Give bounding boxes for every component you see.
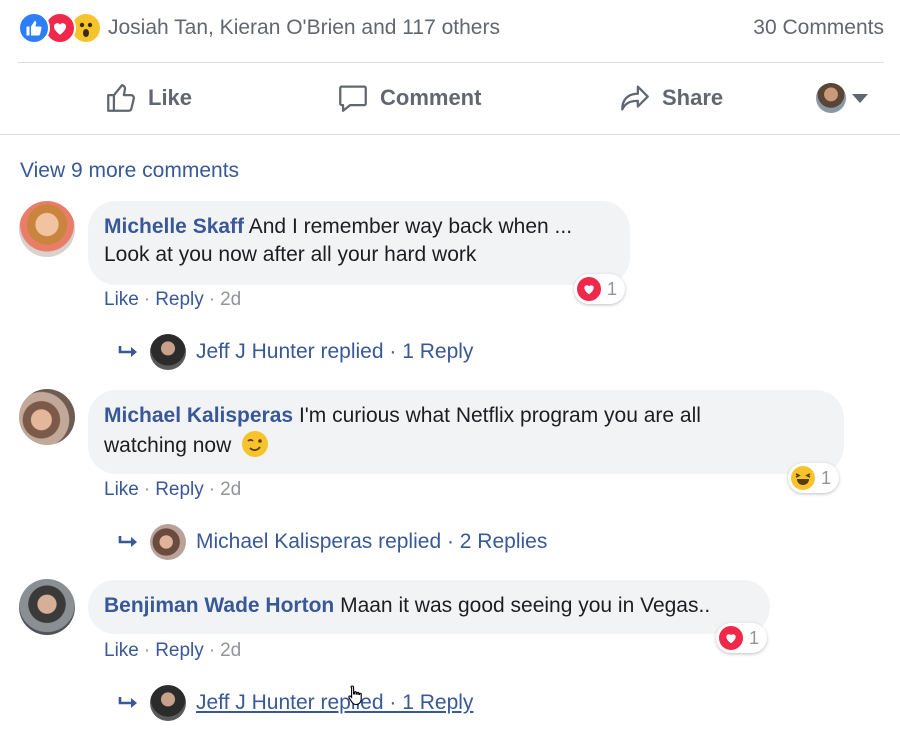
separator: · bbox=[208, 479, 216, 500]
divider bbox=[0, 134, 900, 135]
reply-avatar bbox=[150, 524, 186, 560]
reaction-names[interactable]: Josiah Tan, Kieran O'Brien and 117 other… bbox=[108, 16, 500, 40]
comment-reply-link[interactable]: Reply bbox=[155, 289, 204, 311]
comment-text: watching now bbox=[104, 434, 232, 457]
comment-like-link[interactable]: Like bbox=[104, 640, 139, 662]
reaction-icons[interactable] bbox=[18, 12, 102, 44]
comment-author[interactable]: Benjiman Wade Horton bbox=[104, 594, 334, 617]
comment-timestamp[interactable]: 2d bbox=[220, 289, 241, 311]
comment-timestamp[interactable]: 2d bbox=[220, 479, 241, 501]
reply-arrow-icon bbox=[118, 695, 142, 711]
separator: · bbox=[143, 640, 151, 661]
love-icon bbox=[577, 277, 601, 301]
comment-reaction-badge[interactable]: 1 bbox=[574, 274, 626, 304]
comment-reaction-badge[interactable]: 1 bbox=[788, 463, 840, 493]
separator: · bbox=[143, 289, 151, 310]
reactions-summary: Josiah Tan, Kieran O'Brien and 117 other… bbox=[18, 8, 884, 48]
comment-text: And I remember way back when ... bbox=[248, 215, 573, 238]
comment-count[interactable]: 30 Comments bbox=[753, 16, 884, 40]
comment-like-link[interactable]: Like bbox=[104, 479, 139, 501]
reaction-count: 1 bbox=[749, 627, 760, 648]
comment-meta: Like · Reply · 2d bbox=[104, 640, 241, 662]
reaction-count: 1 bbox=[607, 278, 618, 299]
like-button[interactable]: Like bbox=[104, 62, 192, 134]
comment-icon bbox=[339, 85, 367, 112]
comment-text: Maan it was good seeing you in Vegas.. bbox=[340, 594, 711, 617]
comment-avatar[interactable] bbox=[19, 389, 75, 445]
comment-meta: Like · Reply · 2d bbox=[104, 479, 241, 501]
comment-author[interactable]: Michael Kalisperas bbox=[104, 404, 293, 427]
comment-meta: Like · Reply · 2d bbox=[104, 289, 241, 311]
haha-icon bbox=[791, 466, 815, 490]
comment-avatar[interactable] bbox=[19, 579, 75, 635]
post-action-bar: Like Comment Share bbox=[0, 62, 900, 134]
comment-label: Comment bbox=[380, 85, 482, 110]
view-more-comments-link[interactable]: View 9 more comments bbox=[20, 159, 239, 183]
separator: · bbox=[208, 289, 216, 310]
comment-bubble: Michael Kalisperas I'm curious what Netf… bbox=[88, 390, 844, 474]
view-replies-link[interactable]: Michael Kalisperas replied · 2 Replies bbox=[118, 524, 547, 560]
reply-summary: Jeff J Hunter replied · 1 Reply bbox=[196, 691, 474, 714]
view-replies-link[interactable]: Jeff J Hunter replied · 1 Reply bbox=[118, 685, 473, 721]
winking-emoji-icon bbox=[242, 431, 269, 457]
separator: · bbox=[143, 479, 151, 500]
like-label: Like bbox=[148, 85, 193, 110]
chevron-down-icon bbox=[852, 93, 868, 103]
reaction-count: 1 bbox=[821, 467, 832, 488]
comment-bubble: Benjiman Wade Horton Maan it was good se… bbox=[88, 580, 770, 634]
reply-summary: Michael Kalisperas replied · 2 Replies bbox=[196, 530, 548, 553]
comment-button[interactable]: Comment bbox=[336, 62, 481, 134]
reply-avatar bbox=[150, 334, 186, 370]
share-label: Share bbox=[662, 85, 724, 110]
reply-avatar bbox=[150, 685, 186, 721]
share-icon bbox=[621, 85, 649, 111]
hand-cursor-icon bbox=[347, 684, 365, 711]
comment-avatar[interactable] bbox=[19, 201, 75, 257]
comment-text: Look at you now after all your hard work bbox=[104, 243, 477, 266]
share-button[interactable]: Share bbox=[618, 62, 723, 134]
comment-as-selector[interactable] bbox=[816, 62, 868, 134]
comment-reply-link[interactable]: Reply bbox=[155, 640, 204, 662]
comment-like-link[interactable]: Like bbox=[104, 289, 139, 311]
like-reaction-icon bbox=[18, 12, 50, 44]
comment-reaction-badge[interactable]: 1 bbox=[716, 623, 768, 653]
thumbs-up-icon bbox=[107, 84, 135, 112]
comment-reply-link[interactable]: Reply bbox=[155, 479, 204, 501]
avatar bbox=[816, 83, 846, 113]
comment-bubble: Michelle Skaff And I remember way back w… bbox=[88, 201, 630, 285]
comment-timestamp[interactable]: 2d bbox=[220, 640, 241, 662]
reply-arrow-icon bbox=[118, 534, 142, 550]
reply-arrow-icon bbox=[118, 344, 142, 360]
view-replies-link[interactable]: Jeff J Hunter replied · 1 Reply bbox=[118, 334, 473, 370]
separator: · bbox=[208, 640, 216, 661]
comment-author[interactable]: Michelle Skaff bbox=[104, 215, 244, 238]
love-icon bbox=[719, 626, 743, 650]
comment-text: I'm curious what Netflix program you are… bbox=[298, 404, 701, 427]
reply-summary: Jeff J Hunter replied · 1 Reply bbox=[196, 340, 474, 363]
